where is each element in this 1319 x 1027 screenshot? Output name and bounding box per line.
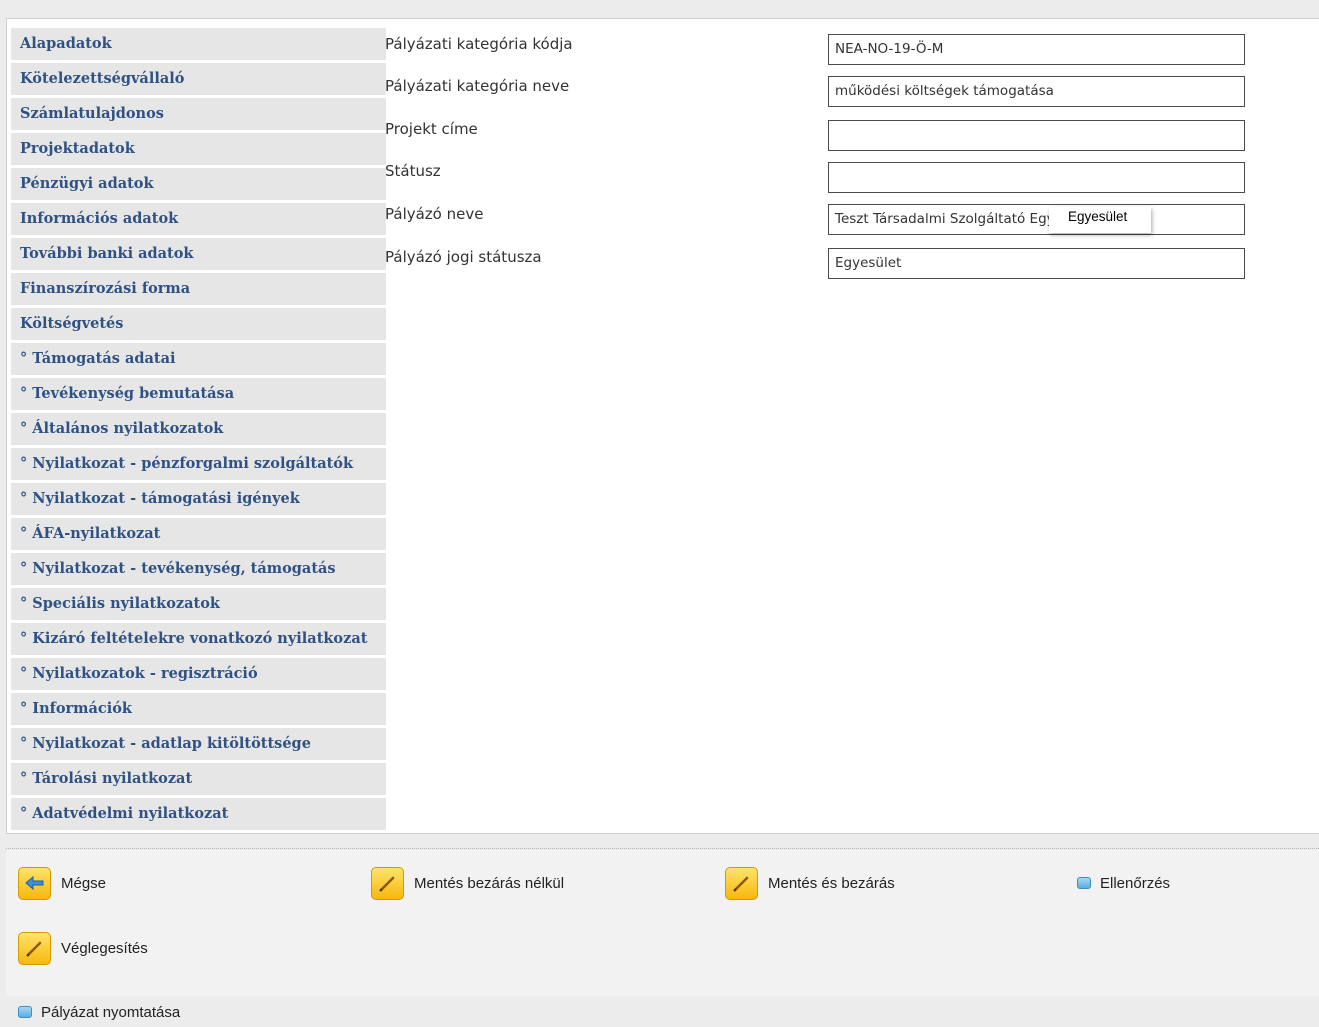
nav-item-tevekenyseg-bemutatasa[interactable]: ° Tevékenység bemutatása: [11, 378, 386, 410]
print-application-button[interactable]: Pályázat nyomtatása: [18, 997, 180, 1027]
check-button[interactable]: Ellenőrzés: [1077, 866, 1170, 900]
nav-item-koltsegvetes[interactable]: Költségvetés: [11, 308, 386, 340]
field-label-status: Státusz: [385, 162, 441, 180]
cancel-label: Mégse: [61, 874, 107, 892]
nav-item-penzugyi-adatok[interactable]: Pénzügyi adatok: [11, 168, 386, 200]
nav-item-tamogatas-adatai[interactable]: ° Támogatás adatai: [11, 343, 386, 375]
pencil-icon: [725, 866, 758, 900]
nav-item-kizaro-feltetelek[interactable]: ° Kizáró feltételekre vonatkozó nyilatko…: [11, 623, 386, 655]
nav-item-nyilatkozatok-regisztracio[interactable]: ° Nyilatkozatok - regisztráció: [11, 658, 386, 690]
back-arrow-icon: [18, 866, 51, 900]
field-label-project-title: Projekt címe: [385, 120, 478, 138]
nav-item-adatvedelmi-nyilatkozat[interactable]: ° Adatvédelmi nyilatkozat: [11, 798, 386, 830]
print-application-label: Pályázat nyomtatása: [41, 1003, 181, 1021]
save-and-close-label: Mentés és bezárás: [768, 874, 895, 892]
pencil-icon: [371, 866, 404, 900]
save-without-close-label: Mentés bezárás nélkül: [414, 874, 565, 892]
nav-item-tovabbi-banki-adatok[interactable]: További banki adatok: [11, 238, 386, 270]
check-label: Ellenőrzés: [1100, 874, 1171, 892]
legal-status-field[interactable]: Egyesület: [828, 248, 1245, 279]
nav-item-kotelezettsegvallalo[interactable]: Kötelezettségvállaló: [11, 63, 386, 95]
nav-item-finanszirozasi-forma[interactable]: Finanszírozási forma: [11, 273, 386, 305]
print-square-icon: [18, 1006, 32, 1018]
field-label-category-code: Pályázati kategória kódja: [385, 35, 573, 53]
nav-item-nyilatkozat-tevekenyseg[interactable]: ° Nyilatkozat - tevékenység, támogatás: [11, 553, 386, 585]
status-field[interactable]: [828, 162, 1245, 193]
nav-item-nyilatkozat-penzforgalmi[interactable]: ° Nyilatkozat - pénzforgalmi szolgáltató…: [11, 448, 386, 480]
form-row-category-code: Pályázati kategória kódja NEA-NO-19-Ö-M: [385, 34, 1315, 68]
form-row-category-name: Pályázati kategória neve működési költsé…: [385, 76, 1315, 110]
form-row-project-title: Projekt címe: [385, 120, 1315, 154]
form-row-legal-status: Pályázó jogi státusza Egyesület: [385, 248, 1315, 282]
field-tooltip: Egyesület: [1049, 207, 1151, 233]
save-without-close-button[interactable]: Mentés bezárás nélkül: [371, 866, 564, 900]
nav-item-tarolasi-nyilatkozat[interactable]: ° Tárolási nyilatkozat: [11, 763, 386, 795]
pencil-icon: [18, 931, 51, 965]
form-row-applicant-name: Pályázó neve Teszt Társadalmi Szolgáltat…: [385, 204, 1315, 238]
nav-item-informacios-adatok[interactable]: Információs adatok: [11, 203, 386, 235]
cancel-button[interactable]: Mégse: [18, 866, 106, 900]
applicant-name-field[interactable]: Teszt Társadalmi Szolgáltató Egyesület: [828, 204, 1245, 235]
category-code-field[interactable]: NEA-NO-19-Ö-M: [828, 34, 1245, 65]
category-name-field[interactable]: működési költségek támogatása: [828, 76, 1245, 107]
section-nav: Alapadatok Kötelezettségvállaló Számlatu…: [11, 28, 386, 833]
nav-item-adatlap-kitoltottsege[interactable]: ° Nyilatkozat - adatlap kitöltöttsége: [11, 728, 386, 760]
nav-item-altalanos-nyilatkozatok[interactable]: ° Általános nyilatkozatok: [11, 413, 386, 445]
nav-item-alapadatok[interactable]: Alapadatok: [11, 28, 386, 60]
form-row-status: Státusz: [385, 162, 1315, 196]
field-label-category-name: Pályázati kategória neve: [385, 77, 570, 95]
save-and-close-button[interactable]: Mentés és bezárás: [725, 866, 895, 900]
nav-item-informaciok[interactable]: ° Információk: [11, 693, 386, 725]
actions-divider: [6, 848, 1319, 849]
nav-item-projektadatok[interactable]: Projektadatok: [11, 133, 386, 165]
finalize-label: Véglegesítés: [61, 939, 148, 957]
nav-item-specialis-nyilatkozatok[interactable]: ° Speciális nyilatkozatok: [11, 588, 386, 620]
nav-item-nyilatkozat-tamogatasi-igenyek[interactable]: ° Nyilatkozat - támogatási igények: [11, 483, 386, 515]
project-title-field[interactable]: [828, 120, 1245, 151]
field-label-applicant-name: Pályázó neve: [385, 205, 484, 223]
nav-item-afa-nyilatkozat[interactable]: ° ÁFA-nyilatkozat: [11, 518, 386, 550]
nav-item-szamlatulajdonos[interactable]: Számlatulajdonos: [11, 98, 386, 130]
check-square-icon: [1077, 877, 1091, 889]
finalize-button[interactable]: Véglegesítés: [18, 931, 148, 965]
field-label-legal-status: Pályázó jogi státusza: [385, 248, 542, 266]
